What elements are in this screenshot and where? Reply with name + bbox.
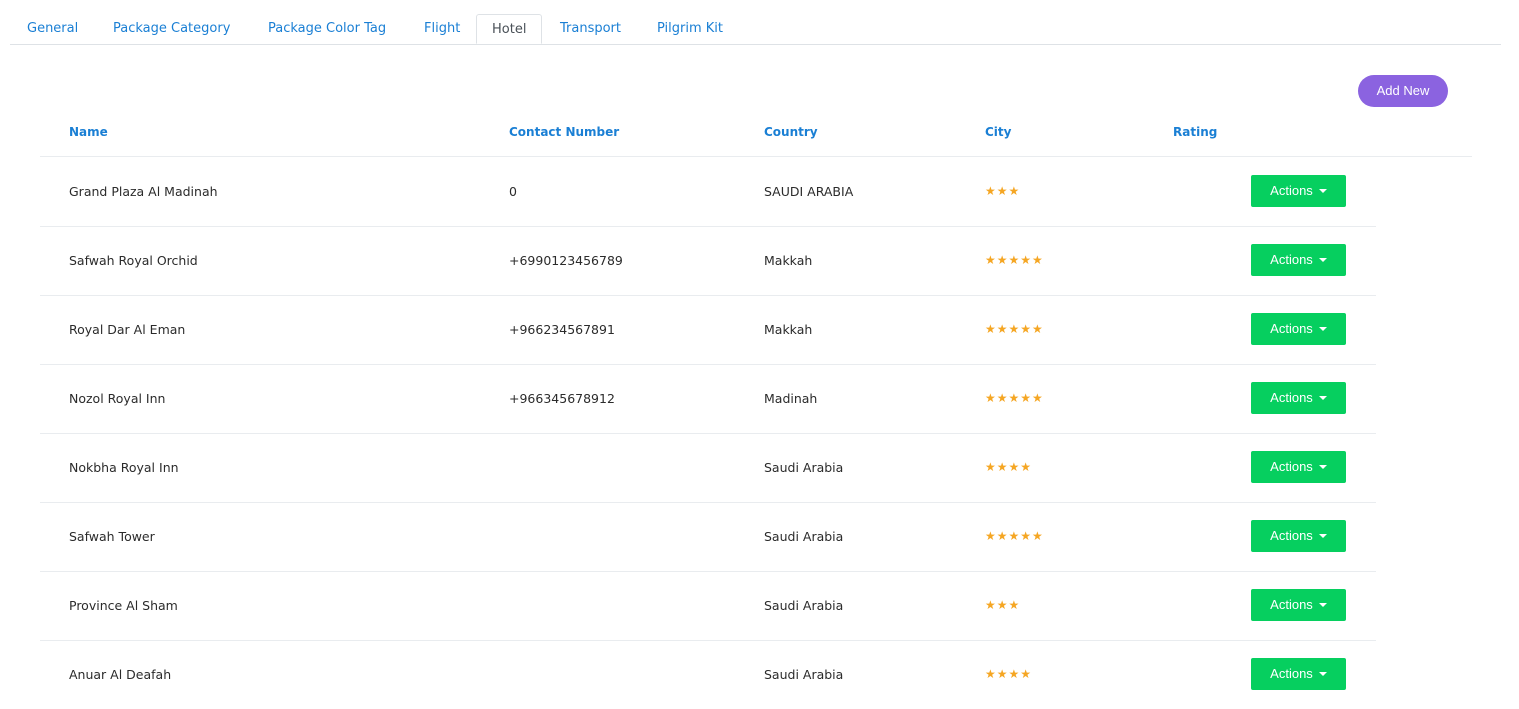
hotel-name: Royal Dar Al Eman xyxy=(69,322,186,337)
contact-number: +966345678912 xyxy=(509,391,615,406)
tab-hotel[interactable]: Hotel xyxy=(476,14,543,44)
hotel-name: Grand Plaza Al Madinah xyxy=(69,184,218,199)
star-icon: ★★★ xyxy=(985,184,1021,198)
column-header-rating[interactable]: Rating xyxy=(1173,112,1217,152)
hotel-name: Anuar Al Deafah xyxy=(69,667,172,682)
star-icon: ★★★★★ xyxy=(985,529,1044,543)
actions-button[interactable]: Actions xyxy=(1251,451,1346,483)
caret-down-icon xyxy=(1318,257,1327,262)
actions-label: Actions xyxy=(1270,390,1313,405)
table-row: Safwah Royal Orchid +6990123456789 Makka… xyxy=(40,226,1376,296)
country: Saudi Arabia xyxy=(764,529,844,544)
column-header-name[interactable]: Name xyxy=(69,112,108,152)
table-row: Grand Plaza Al Madinah 0 SAUDI ARABIA ★★… xyxy=(40,157,1376,227)
tab-package-category[interactable]: Package Category xyxy=(113,14,230,44)
actions-label: Actions xyxy=(1270,597,1313,612)
country: Saudi Arabia xyxy=(764,598,844,613)
actions-button[interactable]: Actions xyxy=(1251,520,1346,552)
star-icon: ★★★★ xyxy=(985,667,1033,681)
actions-button[interactable]: Actions xyxy=(1251,382,1346,414)
caret-down-icon xyxy=(1318,188,1327,193)
actions-label: Actions xyxy=(1270,459,1313,474)
country: Makkah xyxy=(764,322,813,337)
country: SAUDI ARABIA xyxy=(764,184,854,199)
actions-label: Actions xyxy=(1270,321,1313,336)
tab-transport[interactable]: Transport xyxy=(560,14,621,44)
star-icon: ★★★ xyxy=(985,598,1021,612)
caret-down-icon xyxy=(1318,326,1327,331)
star-icon: ★★★★★ xyxy=(985,391,1044,405)
table-row: Nozol Royal Inn +966345678912 Madinah ★★… xyxy=(40,364,1376,434)
actions-button[interactable]: Actions xyxy=(1251,589,1346,621)
contact-number: +966234567891 xyxy=(509,322,615,337)
actions-button[interactable]: Actions xyxy=(1251,658,1346,690)
star-icon: ★★★★★ xyxy=(985,253,1044,267)
contact-number: +6990123456789 xyxy=(509,253,623,268)
tab-pilgrim-kit[interactable]: Pilgrim Kit xyxy=(657,14,723,44)
actions-button[interactable]: Actions xyxy=(1251,313,1346,345)
caret-down-icon xyxy=(1318,464,1327,469)
star-icon: ★★★★★ xyxy=(985,322,1044,336)
country: Makkah xyxy=(764,253,813,268)
contact-number: 0 xyxy=(509,184,517,199)
actions-label: Actions xyxy=(1270,183,1313,198)
tab-flight[interactable]: Flight xyxy=(424,14,460,44)
tab-bar: General Package Category Package Color T… xyxy=(10,14,1501,45)
actions-button[interactable]: Actions xyxy=(1251,175,1346,207)
tab-general[interactable]: General xyxy=(27,14,78,44)
actions-label: Actions xyxy=(1270,666,1313,681)
table-row: Royal Dar Al Eman +966234567891 Makkah ★… xyxy=(40,295,1376,365)
table-header: Name Contact Number Country City Rating xyxy=(40,112,1472,157)
caret-down-icon xyxy=(1318,395,1327,400)
country: Saudi Arabia xyxy=(764,460,844,475)
table-row: Anuar Al Deafah Saudi Arabia ★★★★ Action… xyxy=(40,640,1376,709)
actions-button[interactable]: Actions xyxy=(1251,244,1346,276)
hotel-name: Nozol Royal Inn xyxy=(69,391,166,406)
column-header-contact-number[interactable]: Contact Number xyxy=(509,112,619,152)
caret-down-icon xyxy=(1318,533,1327,538)
table-row: Safwah Tower Saudi Arabia ★★★★★ Actions xyxy=(40,502,1376,572)
hotel-name: Safwah Tower xyxy=(69,529,155,544)
table-row: Province Al Sham Saudi Arabia ★★★ Action… xyxy=(40,571,1376,641)
column-header-country[interactable]: Country xyxy=(764,112,818,152)
column-header-city[interactable]: City xyxy=(985,112,1011,152)
add-new-button[interactable]: Add New xyxy=(1358,75,1448,107)
actions-label: Actions xyxy=(1270,252,1313,267)
caret-down-icon xyxy=(1318,671,1327,676)
hotel-name: Nokbha Royal Inn xyxy=(69,460,179,475)
actions-label: Actions xyxy=(1270,528,1313,543)
hotel-name: Province Al Sham xyxy=(69,598,178,613)
country: Madinah xyxy=(764,391,818,406)
star-icon: ★★★★ xyxy=(985,460,1033,474)
caret-down-icon xyxy=(1318,602,1327,607)
country: Saudi Arabia xyxy=(764,667,844,682)
hotel-name: Safwah Royal Orchid xyxy=(69,253,198,268)
table-row: Nokbha Royal Inn Saudi Arabia ★★★★ Actio… xyxy=(40,433,1376,503)
tab-package-color-tag[interactable]: Package Color Tag xyxy=(268,14,386,44)
